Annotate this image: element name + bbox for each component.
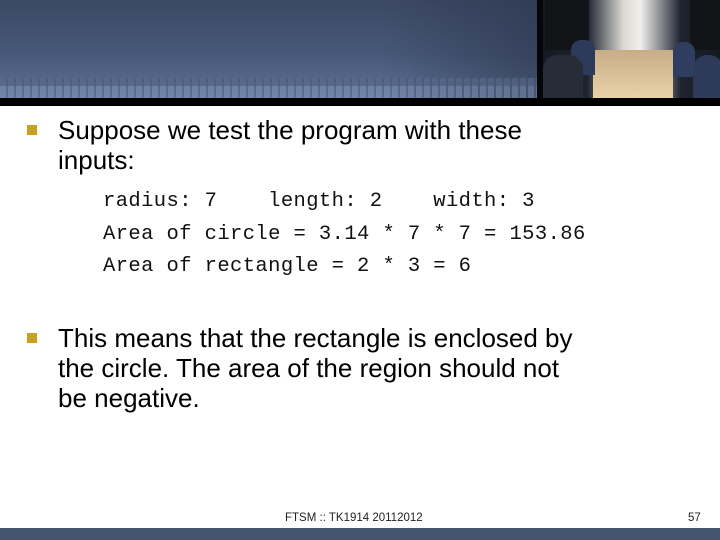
code-line: Area of circle = 3.14 * 7 * 7 = 153.86 xyxy=(103,223,586,246)
computer-lab-photo xyxy=(543,0,720,98)
bullet-icon xyxy=(27,125,37,135)
code-line: Area of rectangle = 2 * 3 = 6 xyxy=(103,255,472,278)
bullet-text-1: Suppose we test the program with these i… xyxy=(58,115,522,175)
bullet-icon xyxy=(27,333,37,343)
footer-course-label: FTSM :: TK1914 20112012 xyxy=(285,512,423,524)
photo-chair xyxy=(673,42,695,77)
header-bottom-rule xyxy=(0,98,720,106)
bullet-text-line: This means that the rectangle is enclose… xyxy=(58,323,573,353)
photo-chair xyxy=(543,55,583,98)
bullet-text-line: Suppose we test the program with these xyxy=(58,115,522,145)
photo-monitor-right xyxy=(690,0,720,50)
photo-desk-aisle xyxy=(593,50,673,98)
code-line: radius: 7 length: 2 width: 3 xyxy=(103,190,535,213)
page-number: 57 xyxy=(688,512,701,524)
bullet-text-line: be negative. xyxy=(58,383,200,413)
bullet-text-2: This means that the rectangle is enclose… xyxy=(58,323,573,413)
bullet-text-line: the circle. The area of the region shoul… xyxy=(58,353,560,383)
bullet-text-line: inputs: xyxy=(58,145,135,175)
footer-band xyxy=(0,528,720,540)
photo-chair xyxy=(693,55,720,98)
header-decorative-stripes xyxy=(0,78,540,98)
